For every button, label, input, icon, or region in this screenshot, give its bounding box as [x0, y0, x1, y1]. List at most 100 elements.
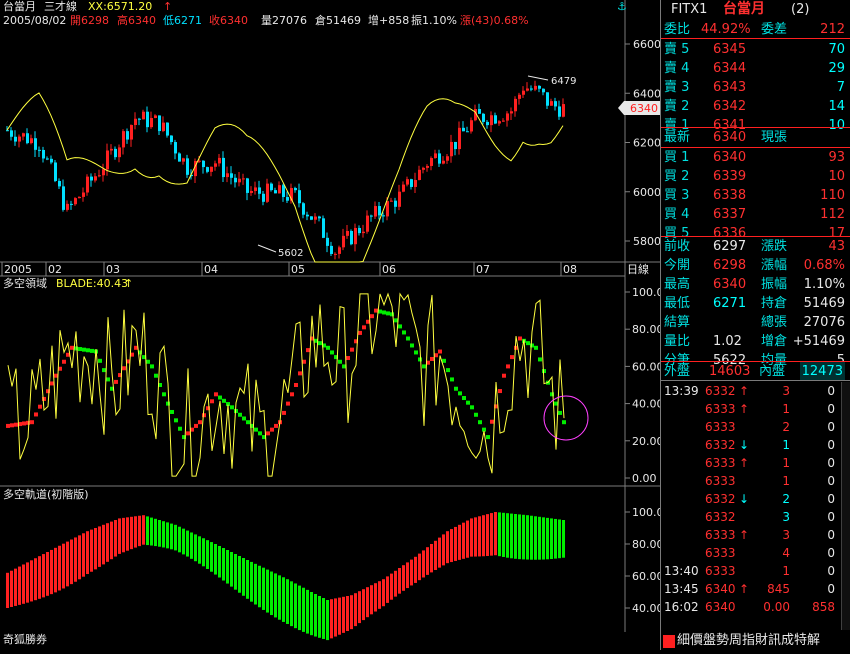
inner-label: 內盤: [759, 364, 786, 379]
candle-body: [562, 104, 565, 117]
quote-footer-menu[interactable]: 細價盤勢周指財訊成特解: [661, 632, 850, 650]
outer-divider: [661, 380, 850, 381]
tick-row[interactable]: 6332 ↓ 1 0: [661, 436, 850, 454]
candle-body: [98, 175, 101, 177]
blade-step: [214, 392, 218, 397]
tick-row[interactable]: 16:02 6340 0.00 858: [661, 598, 850, 616]
blade-step: [70, 345, 74, 350]
track-bar: [286, 579, 289, 624]
blade-step: [102, 368, 106, 373]
blade-tick-label: 80.00: [632, 323, 660, 336]
candlestick-chart[interactable]: [6, 75, 565, 263]
track-bar: [434, 540, 437, 570]
tick-oi: 0: [827, 564, 835, 578]
ask-row: 賣 5 6345 70: [661, 40, 850, 59]
blade-step: [474, 412, 478, 417]
tick-row[interactable]: 6333 2 0: [661, 418, 850, 436]
highlight-circle: [543, 395, 589, 441]
symbol-label: 台當月: [3, 0, 36, 13]
bid-price: 6337: [713, 207, 747, 222]
tick-row[interactable]: 6333 4 0: [661, 544, 850, 562]
stat-value: 0.68%: [803, 258, 845, 273]
blade-step: [526, 341, 530, 346]
track-bar: [278, 575, 281, 620]
tick-time: 13:40: [664, 564, 699, 578]
track-bar: [238, 556, 241, 593]
track-bar: [426, 547, 429, 575]
chart-canvas[interactable]: 6600 6400 6200 6000 5800 6340 2005 02 03 04 05 06 07…: [0, 0, 671, 650]
track-bar: [258, 565, 261, 608]
track-bar: [518, 514, 521, 560]
track-bar: [202, 538, 205, 567]
track-bar: [414, 556, 417, 583]
track-bar: [86, 531, 89, 575]
tick-oi: 0: [827, 546, 835, 560]
track-bar: [22, 564, 25, 604]
footer-menu-text[interactable]: 細價盤勢周指財訊成特解: [677, 632, 820, 650]
tick-price: 6333: [705, 402, 736, 416]
track-bar: [166, 522, 169, 549]
blade-oscillator[interactable]: [6, 292, 566, 477]
tick-qty: 4: [782, 546, 790, 560]
tick-row[interactable]: 6332 3 0: [661, 508, 850, 526]
blade-step: [218, 395, 222, 400]
track-bar: [382, 579, 385, 607]
tick-row[interactable]: 6333 ↑ 3 0: [661, 526, 850, 544]
track-bar: [502, 512, 505, 557]
blade-step: [422, 364, 426, 369]
blade-step: [506, 364, 510, 369]
period-label[interactable]: 日線: [627, 262, 649, 276]
tick-row[interactable]: 13:45 6340 ↑ 845 0: [661, 580, 850, 598]
tick-price: 6333: [705, 456, 736, 470]
candle-body: [434, 153, 437, 159]
trend-track-histogram[interactable]: [6, 512, 565, 641]
candle-body: [262, 193, 265, 202]
track-bar: [138, 515, 141, 547]
track-bar: [262, 567, 265, 610]
track-bar: [6, 572, 9, 608]
candle-body: [214, 163, 217, 167]
tick-row[interactable]: 6333 ↑ 1 0: [661, 454, 850, 472]
track-bar: [170, 523, 173, 550]
bar-high: 高6340: [117, 13, 156, 27]
track-title: 多空軌道(初階版): [3, 487, 89, 501]
track-bar: [338, 597, 341, 635]
stat-label: 增倉: [761, 334, 788, 349]
track-bar: [290, 581, 293, 627]
candle-body: [154, 115, 157, 118]
blade-step: [258, 431, 262, 436]
bar-oi-change: 增+858: [368, 13, 409, 27]
tick-row[interactable]: 13:39 6332 ↑ 3 0: [661, 382, 850, 400]
down-arrow-icon: ↓: [739, 438, 750, 452]
tick-row[interactable]: 6333 1 0: [661, 472, 850, 490]
chart-area[interactable]: 6600 6400 6200 6000 5800 6340 2005 02 03 04 05 06 07…: [0, 0, 671, 650]
blade-step: [446, 368, 450, 373]
candle-body: [398, 191, 401, 207]
blade-step: [346, 356, 350, 361]
candle-body: [146, 111, 149, 128]
tick-price: 6340: [705, 582, 736, 596]
track-bar: [282, 577, 285, 622]
blade-step: [398, 324, 402, 329]
candle-body: [382, 215, 385, 217]
month-label: 2005: [4, 263, 32, 276]
track-bar: [302, 587, 305, 632]
track-bar: [14, 568, 17, 606]
tick-row[interactable]: 6332 ↓ 2 0: [661, 490, 850, 508]
track-bar: [70, 539, 73, 585]
anchor-icon[interactable]: ⚓: [617, 0, 627, 13]
track-bar: [10, 570, 13, 607]
quote-header: FITX1 台當月 (2): [661, 0, 850, 19]
bar-volume: 量27076: [261, 14, 307, 27]
candle-body: [366, 215, 369, 232]
track-bar: [510, 513, 513, 559]
tick-scrollbar[interactable]: [841, 382, 850, 630]
track-bar: [230, 552, 233, 587]
blade-step: [210, 399, 214, 404]
tick-row[interactable]: 13:40 6333 1 0: [661, 562, 850, 580]
blade-step: [410, 343, 414, 348]
candle-body: [198, 160, 201, 162]
candle-body: [70, 203, 73, 205]
tick-row[interactable]: 6333 ↑ 1 0: [661, 400, 850, 418]
blade-step: [478, 420, 482, 425]
